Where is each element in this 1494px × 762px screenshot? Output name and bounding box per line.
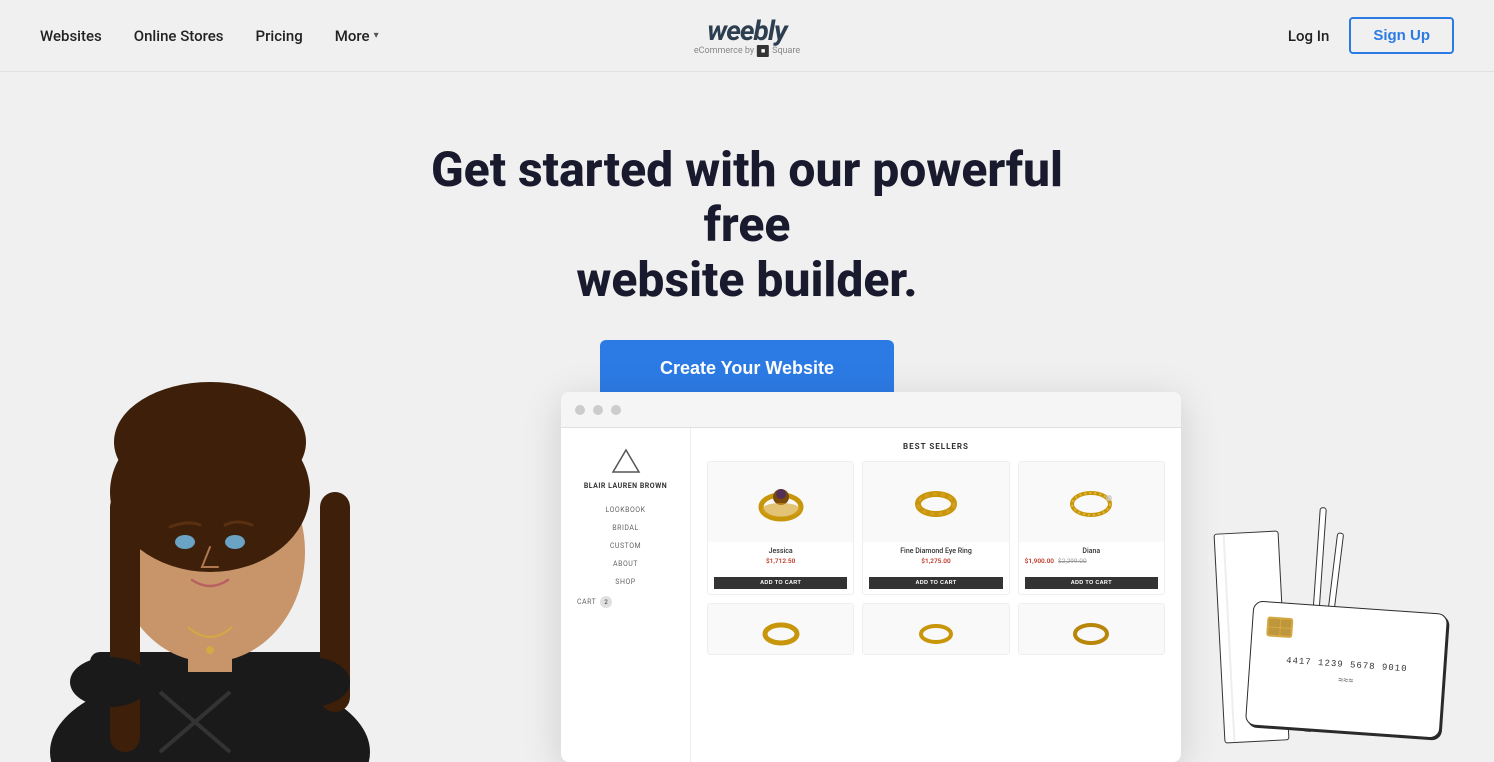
product-name-3: Diana [1025, 547, 1158, 555]
brand-logo-icon [611, 448, 641, 474]
product-image-4 [708, 604, 853, 654]
create-website-button[interactable]: Create Your Website [600, 340, 894, 397]
signup-button[interactable]: Sign Up [1349, 17, 1454, 54]
browser-dot-3 [611, 405, 621, 415]
products-grid: Jessica $1,712.50 ADD TO CART [707, 461, 1165, 595]
logo-subtitle: eCommerce by ■ Square [694, 45, 800, 57]
chevron-down-icon: ▾ [374, 30, 379, 41]
browser-bar [561, 392, 1181, 428]
header: Websites Online Stores Pricing More ▾ we… [0, 0, 1494, 72]
card-chip [1266, 616, 1293, 638]
sidebar-nav: LOOKBOOK BRIDAL CUSTOM ABOUT SHOP CART 2 [577, 506, 674, 608]
nav-shop: SHOP [577, 578, 674, 586]
person-photo [30, 332, 390, 762]
square-icon: ■ [757, 45, 769, 57]
product-image-6 [1019, 604, 1164, 654]
product-price-2: $1,275.00 [869, 557, 1002, 565]
product-card-3: Diana $1,900.00 $2,299.00 ADD TO CART [1018, 461, 1165, 595]
nav-lookbook: LOOKBOOK [577, 506, 674, 514]
nav-pricing[interactable]: Pricing [256, 27, 303, 45]
brand-name: BLAIR LAUREN BROWN [584, 482, 667, 490]
product-name-2: Fine Diamond Eye Ring [869, 547, 1002, 555]
product-image-1 [708, 462, 853, 542]
cart-badge: 2 [600, 596, 612, 608]
product-price-1: $1,712.50 [714, 557, 847, 565]
nav-right: Log In Sign Up [1288, 17, 1454, 54]
product-card-1: Jessica $1,712.50 ADD TO CART [707, 461, 854, 595]
nav-custom: CUSTOM [577, 542, 674, 550]
product-image-2 [863, 462, 1008, 542]
best-sellers-label: BEST SELLERS [707, 442, 1165, 451]
login-link[interactable]: Log In [1288, 27, 1329, 45]
nav-more[interactable]: More ▾ [335, 27, 379, 45]
product-price-3: $1,900.00 [1025, 557, 1054, 565]
product-card-6 [1018, 603, 1165, 655]
product-name-1: Jessica [714, 547, 847, 555]
browser-main: BEST SELLERS [691, 428, 1181, 762]
browser-mockup: BLAIR LAUREN BROWN LOOKBOOK BRIDAL CUSTO… [561, 392, 1181, 762]
add-to-cart-1[interactable]: ADD TO CART [714, 577, 847, 589]
product-price-old-3: $2,299.00 [1058, 557, 1087, 565]
browser-dot-2 [593, 405, 603, 415]
nav-bridal: BRIDAL [577, 524, 674, 532]
add-to-cart-2[interactable]: ADD TO CART [869, 577, 1002, 589]
nav-cart: CART 2 [577, 596, 674, 608]
nav-about: ABOUT [577, 560, 674, 568]
product-card-2: Fine Diamond Eye Ring $1,275.00 ADD TO C… [862, 461, 1009, 595]
product-card-5 [862, 603, 1009, 655]
logo[interactable]: weebly eCommerce by ■ Square [694, 14, 800, 57]
browser-sidebar: BLAIR LAUREN BROWN LOOKBOOK BRIDAL CUSTO… [561, 428, 691, 762]
hero-section: Get started with our powerful free websi… [0, 72, 1494, 762]
logo-text: weebly [694, 14, 800, 47]
deco-credit-card: 4417 1239 5678 9010 ≈≈≈ [1245, 600, 1448, 738]
nav-online-stores[interactable]: Online Stores [134, 27, 224, 45]
product-card-4 [707, 603, 854, 655]
add-to-cart-3[interactable]: ADD TO CART [1025, 577, 1158, 589]
product-image-5 [863, 604, 1008, 654]
hero-title: Get started with our powerful free websi… [387, 142, 1107, 308]
nav-left: Websites Online Stores Pricing More ▾ [40, 27, 379, 45]
browser-dot-1 [575, 405, 585, 415]
product-image-3 [1019, 462, 1164, 542]
nav-websites[interactable]: Websites [40, 27, 102, 45]
